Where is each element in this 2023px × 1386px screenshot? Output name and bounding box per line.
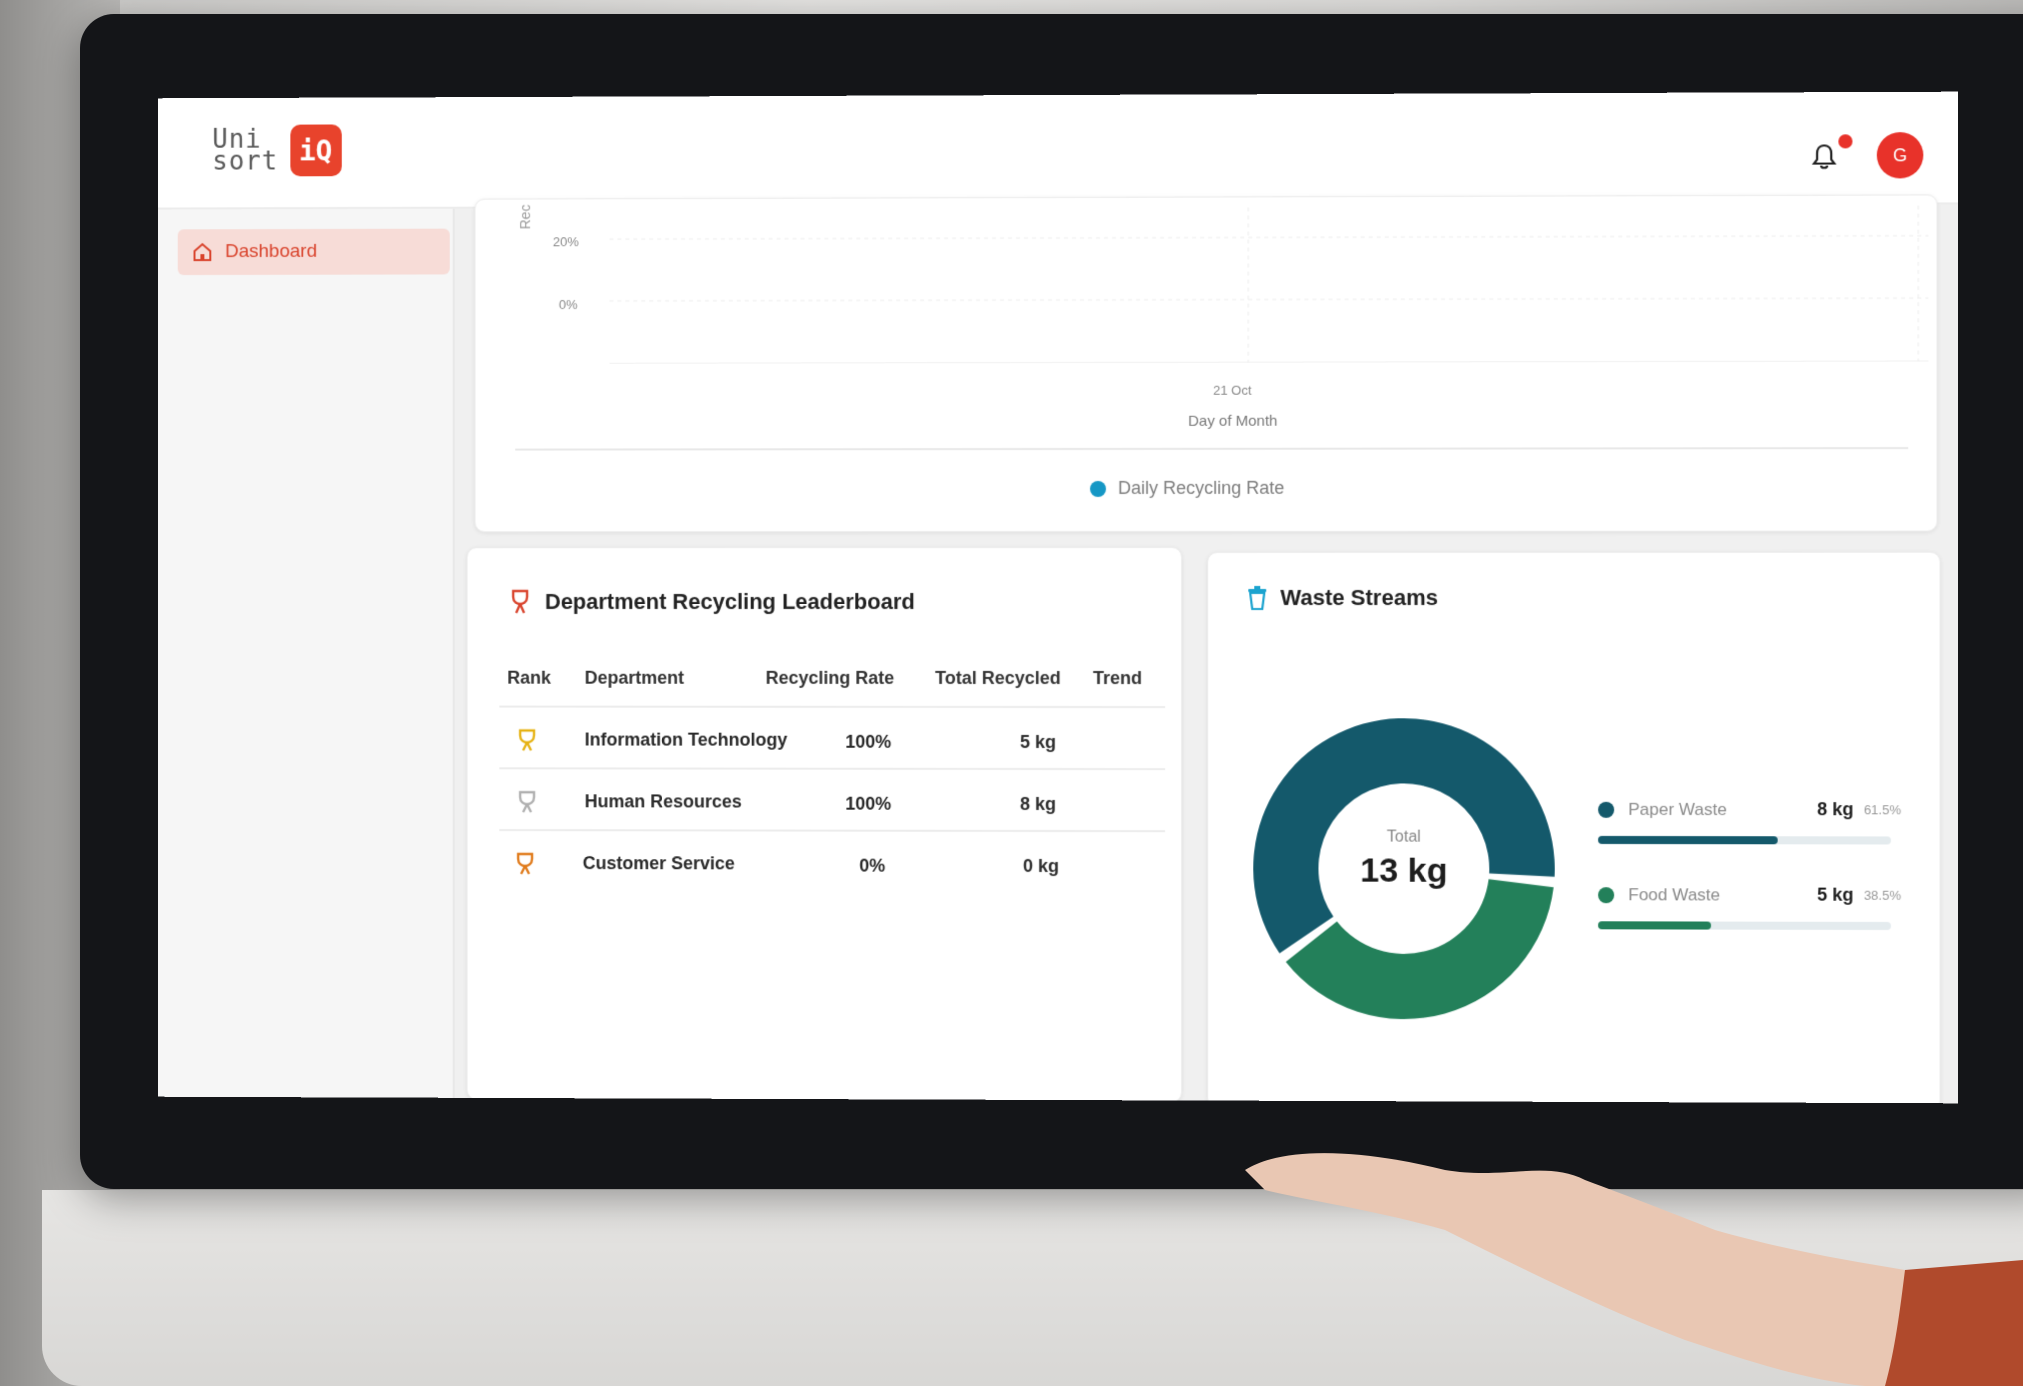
stream-paper-waste[interactable]: Paper Waste 8 kg 61.5%	[1598, 799, 1901, 845]
department-name: Customer Service	[582, 853, 735, 874]
stream-name: Paper Waste	[1628, 799, 1727, 819]
stream-name: Food Waste	[1628, 884, 1721, 904]
column-header-trend[interactable]: Trend	[1093, 668, 1142, 689]
gridline	[609, 298, 1928, 301]
total-recycled: 0 kg	[1023, 855, 1060, 877]
stream-progress-track	[1598, 835, 1891, 845]
y-axis-title: Rec	[517, 204, 534, 230]
stream-progress-fill	[1598, 921, 1711, 930]
sidebar-item-label: Dashboard	[225, 240, 318, 263]
y-tick-label: 20%	[552, 234, 579, 250]
waste-donut-chart: Total 13 kg	[1238, 703, 1570, 1034]
recycling-rate: 100%	[845, 793, 892, 814]
notification-badge	[1838, 134, 1853, 149]
stream-value: 8 kg	[1817, 799, 1854, 820]
x-tick-label: 21 Oct	[1213, 382, 1252, 398]
y-tick-label: 0%	[558, 297, 578, 313]
chart-legend[interactable]: Daily Recycling Rate	[1090, 478, 1284, 499]
top-bar: Uni sort iQ G	[157, 91, 1958, 210]
column-header-recycling-rate[interactable]: Recycling Rate	[766, 668, 895, 689]
stream-value: 5 kg	[1817, 884, 1854, 905]
chart-divider	[515, 447, 1909, 451]
leaderboard-title-text: Department Recycling Leaderboard	[544, 589, 915, 614]
bronze-trophy-icon	[513, 851, 537, 877]
stream-dot	[1598, 801, 1615, 818]
donut-total-label: Total	[1386, 828, 1421, 846]
waste-streams-title-text: Waste Streams	[1280, 584, 1438, 611]
app-screen: Uni sort iQ G Dashboard Rec 20% 0% 21 Oc…	[157, 91, 1958, 1104]
notification-bell-icon[interactable]	[1811, 142, 1837, 170]
sidebar-item-dashboard[interactable]: Dashboard	[177, 228, 450, 276]
legend-label: Daily Recycling Rate	[1118, 477, 1285, 498]
total-recycled: 8 kg	[1020, 793, 1057, 815]
row-divider	[499, 767, 1166, 771]
home-icon	[192, 241, 214, 263]
logo-wordmark: Uni sort	[212, 125, 279, 177]
x-axis-title: Day of Month	[1188, 412, 1278, 430]
x-axis-line	[609, 362, 1928, 364]
logo-badge: iQ	[289, 124, 342, 177]
row-divider	[499, 829, 1166, 833]
column-header-rank[interactable]: Rank	[507, 668, 551, 689]
waste-streams-card: Waste Streams Total 13 kg Paper Waste 8 …	[1207, 551, 1941, 1104]
stream-progress-track	[1598, 921, 1891, 931]
stream-percent: 38.5%	[1863, 887, 1902, 903]
department-name: Human Resources	[584, 791, 742, 812]
trophy-icon	[507, 588, 533, 616]
recycling-rate: 100%	[845, 731, 892, 752]
stream-percent: 61.5%	[1863, 802, 1902, 818]
department-name: Information Technology	[584, 729, 788, 750]
gridline	[609, 236, 1928, 239]
user-avatar[interactable]: G	[1876, 132, 1924, 179]
header-divider	[499, 705, 1166, 709]
bin-icon	[1246, 585, 1268, 611]
daily-recycling-chart-card: Rec 20% 0% 21 Oct Day of Month Daily Rec…	[474, 194, 1938, 533]
waste-streams-title: Waste Streams	[1246, 585, 1438, 611]
plot-area	[609, 206, 1928, 364]
main-content: Rec 20% 0% 21 Oct Day of Month Daily Rec…	[454, 194, 1958, 1104]
legend-dot	[1090, 480, 1107, 497]
stream-progress-fill	[1598, 835, 1779, 845]
logo-line-2: sort	[212, 146, 279, 177]
recycling-rate: 0%	[859, 855, 886, 876]
leaderboard-card: Department Recycling Leaderboard Rank De…	[466, 546, 1183, 1103]
donut-total-value: 13 kg	[1360, 851, 1448, 890]
donut-slice-food-waste[interactable]	[1285, 878, 1554, 1020]
stream-dot	[1598, 886, 1615, 903]
sidebar: Dashboard	[157, 208, 455, 1098]
gold-trophy-icon	[515, 727, 539, 753]
column-header-total-recycled[interactable]: Total Recycled	[935, 668, 1061, 689]
unisort-logo[interactable]: Uni sort iQ	[212, 124, 342, 177]
leaderboard-title: Department Recycling Leaderboard	[507, 588, 915, 616]
total-recycled: 5 kg	[1020, 731, 1057, 753]
stream-food-waste[interactable]: Food Waste 5 kg 38.5%	[1598, 884, 1902, 931]
column-header-department[interactable]: Department	[585, 668, 684, 689]
silver-trophy-icon	[515, 789, 539, 815]
presenting-hand	[1245, 1153, 2023, 1386]
